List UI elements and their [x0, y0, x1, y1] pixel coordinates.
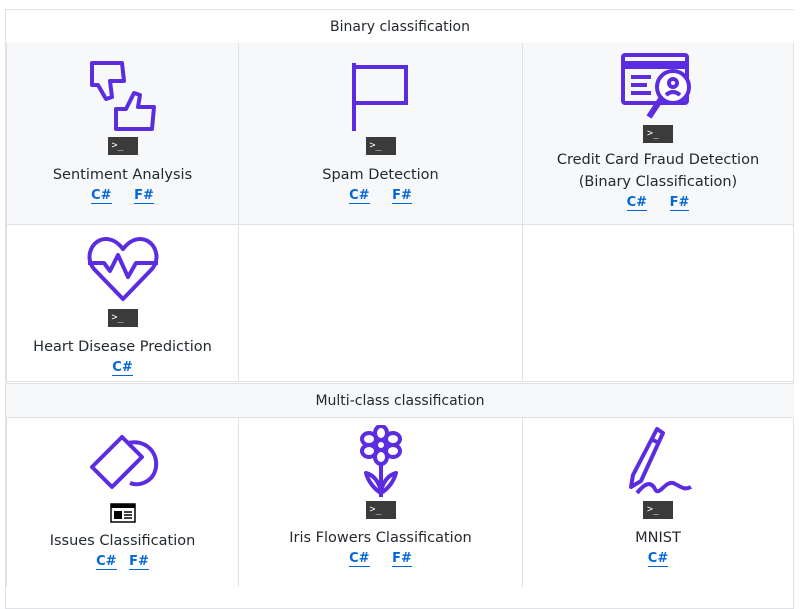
- csharp-link[interactable]: C#: [91, 188, 112, 204]
- web-app-icon: [109, 503, 136, 523]
- sample-title: Heart Disease Prediction: [33, 339, 212, 355]
- console-app-icon: >_: [107, 137, 138, 155]
- language-links: C# F#: [618, 195, 699, 211]
- csharp-link[interactable]: C#: [112, 360, 133, 376]
- sample-title: Spam Detection: [322, 167, 439, 183]
- sample-cell-fraud: >_ Credit Card Fraud Detection (Binary C…: [523, 43, 794, 225]
- console-app-icon: >_: [107, 309, 138, 327]
- pen-signature-icon: [629, 427, 692, 495]
- section-title: Binary classification: [330, 18, 470, 35]
- sample-cell-mnist: >_ MNIST C#: [523, 417, 794, 587]
- csharp-link[interactable]: C#: [96, 554, 117, 570]
- csharp-link[interactable]: C#: [349, 188, 370, 204]
- credit-card-magnifier-icon: [621, 53, 691, 119]
- section-header-binary: Binary classification: [6, 9, 794, 44]
- sample-cell-issues: Issues Classification C# F#: [6, 417, 239, 587]
- fsharp-link[interactable]: F#: [392, 188, 412, 204]
- console-app-icon: >_: [365, 137, 396, 155]
- sample-cell-spam: >_ Spam Detection C# F#: [239, 43, 523, 225]
- csharp-link[interactable]: C#: [626, 195, 648, 211]
- heart-pulse-icon: [87, 237, 158, 301]
- flag-icon: [351, 63, 408, 131]
- sample-cell-iris: >_ Iris Flowers Classification C# F#: [239, 417, 523, 587]
- fsharp-link[interactable]: F#: [129, 554, 149, 570]
- console-app-icon: >_: [643, 501, 673, 519]
- thumbs-up-down-icon: [89, 61, 156, 131]
- language-links: C#: [103, 360, 141, 376]
- tag-icon: [89, 435, 158, 489]
- sample-title: Credit Card Fraud Detection (Binary Clas…: [557, 149, 759, 193]
- sample-title-line1: Credit Card Fraud Detection: [556, 152, 760, 168]
- sample-cell-heart: >_ Heart Disease Prediction C#: [6, 225, 239, 382]
- language-links: C# F#: [82, 188, 163, 204]
- sample-title: Iris Flowers Classification: [289, 530, 472, 546]
- sample-title: Issues Classification: [49, 533, 196, 549]
- language-links: C# F#: [92, 554, 153, 570]
- flower-icon: [359, 425, 402, 497]
- fsharp-link[interactable]: F#: [669, 195, 690, 211]
- console-app-icon: >_: [365, 501, 396, 519]
- sample-title: MNIST: [635, 530, 681, 546]
- console-app-icon: >_: [643, 125, 673, 143]
- empty-cell: [239, 225, 523, 382]
- language-links: C# F#: [340, 188, 421, 204]
- fsharp-link[interactable]: F#: [134, 188, 154, 204]
- empty-cell: [523, 225, 794, 382]
- language-links: C# F#: [340, 551, 421, 567]
- section-title: Multi-class classification: [315, 392, 485, 409]
- fsharp-link[interactable]: F#: [392, 551, 412, 567]
- sample-title: Sentiment Analysis: [52, 167, 193, 183]
- sample-title-line2: (Binary Classification): [578, 174, 738, 190]
- csharp-link[interactable]: C#: [349, 551, 370, 567]
- section-header-multiclass: Multi-class classification: [6, 383, 794, 418]
- sample-cell-sentiment: >_ Sentiment Analysis C# F#: [6, 43, 239, 225]
- language-links: C#: [639, 551, 677, 567]
- csharp-link[interactable]: C#: [647, 551, 669, 567]
